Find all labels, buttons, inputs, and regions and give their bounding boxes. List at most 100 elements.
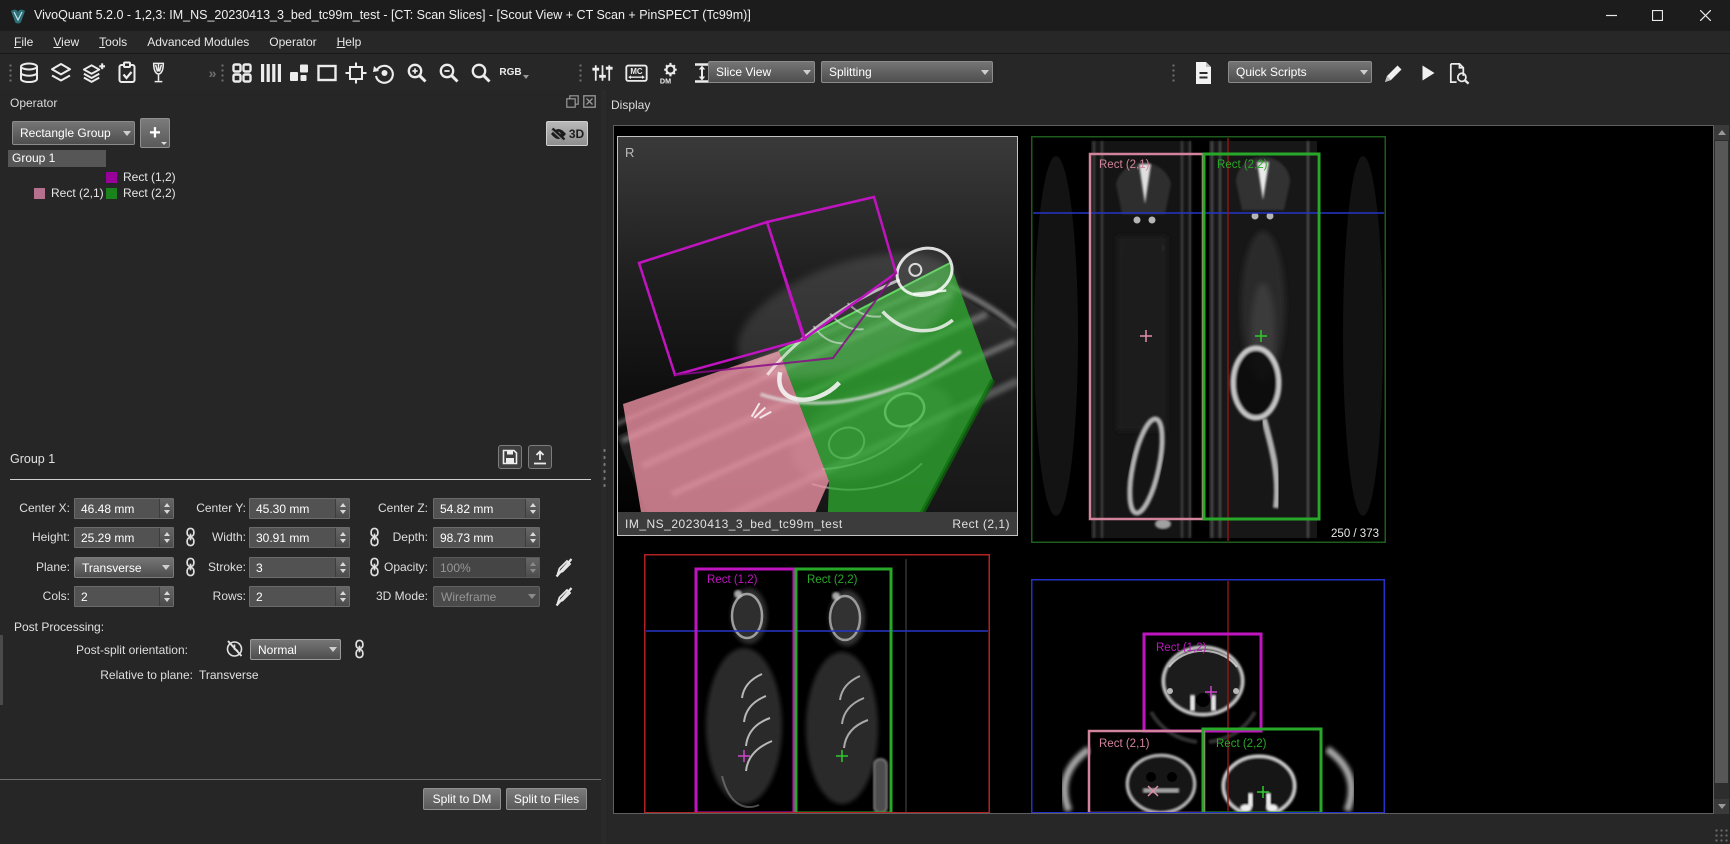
document-icon: [1191, 60, 1215, 86]
tree-item-rect-2-1[interactable]: Rect (2,1): [51, 186, 104, 200]
minimize-icon: [1606, 10, 1617, 21]
chevron-down-icon: [326, 647, 340, 652]
split-to-files-button[interactable]: Split to Files: [506, 788, 587, 810]
save-group-button[interactable]: [498, 445, 522, 469]
tree-item-rect-2-2[interactable]: Rect (2,2): [123, 186, 176, 200]
float-panel-icon[interactable]: [566, 95, 579, 108]
center-z-field[interactable]: 54.82 mm: [433, 498, 540, 519]
rows-field[interactable]: 2: [249, 586, 350, 607]
toolbar-grip[interactable]: [219, 62, 225, 84]
zoom-out-button[interactable]: [436, 60, 461, 85]
no-edit-pen-icon[interactable]: [554, 556, 574, 578]
splitting-combo[interactable]: Splitting: [821, 61, 993, 83]
layout-mosaic-button[interactable]: [286, 60, 311, 85]
menu-advanced-modules[interactable]: Advanced Modules: [137, 33, 259, 51]
database-icon: [17, 61, 41, 85]
script-document-button[interactable]: [1190, 60, 1215, 85]
edit-script-button[interactable]: [1381, 60, 1406, 85]
add-layer-button[interactable]: [81, 60, 106, 85]
rgb-label: RGB: [499, 67, 521, 78]
spinner-buttons[interactable]: [525, 499, 539, 518]
scroll-up-button[interactable]: [1714, 125, 1729, 140]
slice-view-combo[interactable]: Slice View: [708, 61, 815, 83]
menu-help[interactable]: Help: [327, 33, 372, 51]
no-edit-pen-icon[interactable]: [554, 585, 574, 607]
close-button[interactable]: [1680, 0, 1730, 31]
display-viewport[interactable]: R IM_NS_20230413_3_bed_tc99m_test Rect (…: [613, 125, 1714, 814]
toolbar-grip[interactable]: [7, 62, 13, 84]
layers-button[interactable]: [48, 60, 73, 85]
vivoquant-tool-button[interactable]: [146, 60, 171, 85]
chevron-down-icon: [159, 565, 173, 570]
close-panel-icon[interactable]: [583, 95, 596, 108]
multi-channel-button[interactable]: MC: [624, 60, 649, 85]
reset-view-button[interactable]: [372, 60, 397, 85]
sagittal-view[interactable]: Rect (1,2) Rect (2,2): [644, 554, 990, 813]
depth-field[interactable]: 98.73 mm: [433, 527, 540, 548]
window-level-button[interactable]: [590, 60, 615, 85]
window-title: VivoQuant 5.2.0 - 1,2,3: IM_NS_20230413_…: [34, 8, 751, 22]
magnify-button[interactable]: [468, 60, 493, 85]
layout-columns-button[interactable]: [257, 60, 282, 85]
dm-settings-button[interactable]: DM: [657, 60, 682, 85]
vivoquant-window: VivoQuant 5.2.0 - 1,2,3: IM_NS_20230413_…: [0, 0, 1730, 844]
browse-scripts-button[interactable]: [1446, 60, 1471, 85]
operator-type-combo[interactable]: Rectangle Group: [12, 121, 135, 145]
center-y-field[interactable]: 45.30 mm: [249, 498, 350, 519]
display-scrollbar[interactable]: [1714, 125, 1729, 814]
transverse-view[interactable]: Rect (1,2) Rect (2,1) Rect (2,2): [1031, 579, 1385, 813]
stroke-field[interactable]: 3: [249, 557, 350, 578]
menu-tools[interactable]: Tools: [89, 33, 137, 51]
spinner-buttons[interactable]: [159, 587, 173, 606]
clock-slash-icon[interactable]: [225, 639, 244, 658]
export-group-button[interactable]: [528, 445, 552, 469]
quick-scripts-combo[interactable]: Quick Scripts: [1228, 61, 1372, 83]
group-header-label: Group 1: [10, 452, 55, 466]
spinner-buttons[interactable]: [159, 528, 173, 547]
menu-operator[interactable]: Operator: [259, 33, 326, 51]
window-resize-grip[interactable]: [1714, 828, 1728, 842]
spinner-buttons[interactable]: [525, 528, 539, 547]
spinner-buttons[interactable]: [335, 558, 349, 577]
rectangle-tool-button[interactable]: [314, 60, 339, 85]
spinner-buttons[interactable]: [335, 528, 349, 547]
close-icon: [1700, 10, 1711, 21]
spinner-buttons[interactable]: [159, 499, 173, 518]
minimize-button[interactable]: [1588, 0, 1634, 31]
center-z-label: Center Z:: [356, 501, 428, 517]
spinner-buttons[interactable]: [335, 587, 349, 606]
toolbar-grip[interactable]: [1170, 62, 1176, 84]
save-icon: [502, 449, 518, 465]
toolbar-grip[interactable]: [577, 62, 583, 84]
scout-view[interactable]: R IM_NS_20230413_3_bed_tc99m_test Rect (…: [617, 136, 1018, 536]
post-split-orientation-combo[interactable]: Normal: [250, 639, 341, 660]
maximize-button[interactable]: [1634, 0, 1680, 31]
toggle-3d-button[interactable]: 3D: [546, 121, 588, 146]
layout-grid-button[interactable]: [229, 60, 254, 85]
add-operator-button[interactable]: +: [140, 118, 170, 148]
link-orientation-icon[interactable]: [352, 639, 367, 659]
rgb-channels-button[interactable]: RGB: [498, 60, 530, 85]
coronal-view[interactable]: Rect (2,1) Rect (2,2) 250 / 373: [1031, 136, 1386, 543]
scrollbar-thumb[interactable]: [1715, 141, 1728, 783]
zoom-in-button[interactable]: [404, 60, 429, 85]
cols-field[interactable]: 2: [74, 586, 174, 607]
split-to-dm-button[interactable]: Split to DM: [423, 788, 501, 810]
post-split-orientation-label: Post-split orientation:: [0, 643, 188, 659]
tree-item-rect-1-2[interactable]: Rect (1,2): [123, 170, 176, 184]
plane-combo[interactable]: Transverse: [74, 557, 174, 578]
rect-2-1-swatch: [34, 188, 45, 199]
crop-tool-button[interactable]: [343, 60, 368, 85]
checklist-button[interactable]: [114, 60, 139, 85]
width-field[interactable]: 30.91 mm: [249, 527, 350, 548]
run-script-button[interactable]: [1414, 60, 1439, 85]
menu-view[interactable]: View: [43, 33, 89, 51]
center-x-field[interactable]: 46.48 mm: [74, 498, 174, 519]
slice-view-combo-value: Slice View: [709, 65, 800, 79]
height-field[interactable]: 25.29 mm: [74, 527, 174, 548]
tree-item-group1[interactable]: Group 1: [8, 150, 106, 167]
menu-file[interactable]: File: [4, 33, 43, 51]
scroll-down-button[interactable]: [1714, 799, 1729, 814]
data-manager-button[interactable]: [16, 60, 41, 85]
spinner-buttons[interactable]: [335, 499, 349, 518]
